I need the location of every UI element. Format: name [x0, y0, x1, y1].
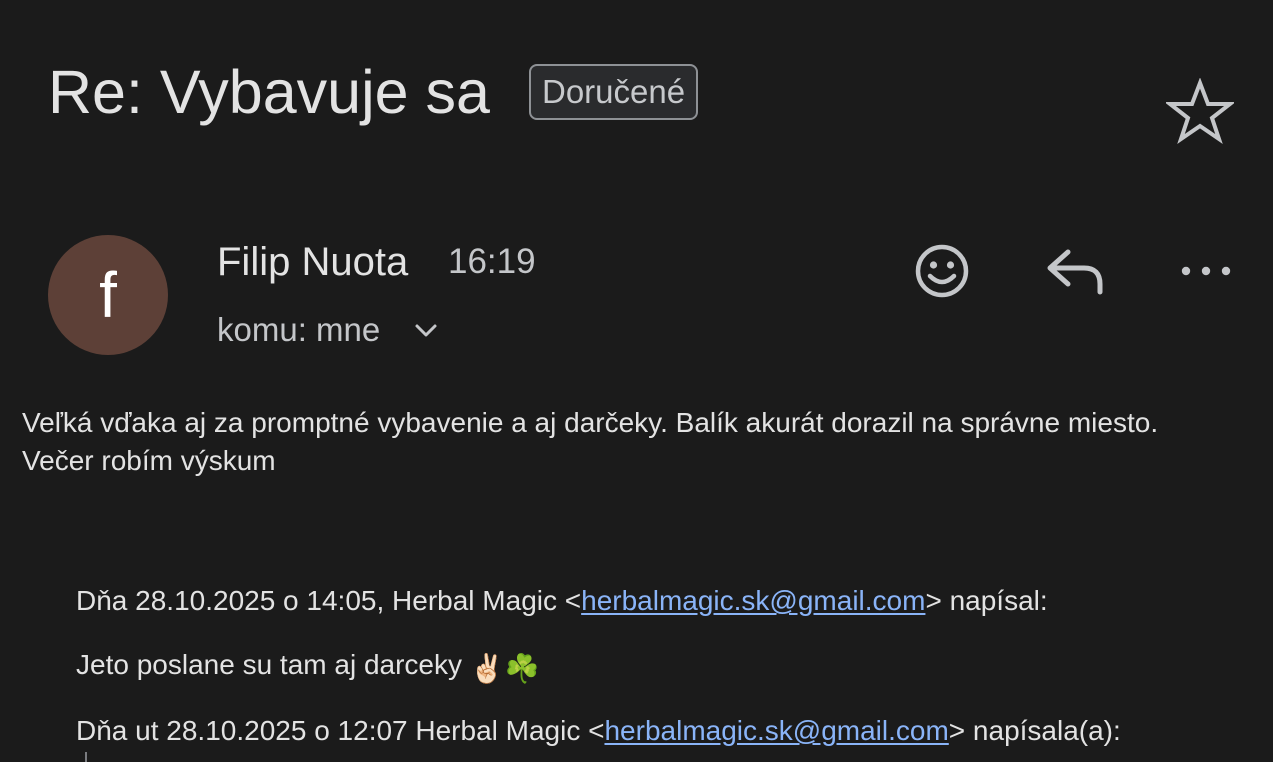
- body-line: Veľká vďaka aj za promptné vybavenie a a…: [22, 407, 1159, 438]
- email-view: Re: Vybavuje sa Doručené f Filip Nuota 1…: [0, 0, 1273, 762]
- sender-email-link[interactable]: herbalmagic.sk@gmail.com: [581, 585, 925, 616]
- inbox-label-chip[interactable]: Doručené: [529, 64, 699, 120]
- attribution-prefix: Dňa ut 28.10.2025 o 12:07 Herbal Magic <: [76, 715, 605, 746]
- sender-avatar[interactable]: f: [48, 235, 168, 355]
- attribution-suffix: > napísala(a):: [948, 715, 1121, 746]
- quoted-reply-text: Jeto poslane su tam aj darceky: [76, 649, 462, 680]
- recipient-line[interactable]: komu: mne: [217, 310, 380, 350]
- smiley-icon[interactable]: [912, 241, 972, 301]
- attribution-prefix: Dňa 28.10.2025 o 14:05, Herbal Magic <: [76, 585, 582, 616]
- sender-name[interactable]: Filip Nuota: [217, 238, 408, 286]
- sender-email-link[interactable]: herbalmagic.sk@gmail.com: [604, 715, 948, 746]
- quoted-reply: Jeto poslane su tam aj darceky ✌🏻☘️: [76, 646, 540, 688]
- reply-icon[interactable]: [1044, 246, 1106, 296]
- message-time: 16:19: [448, 242, 536, 281]
- quote-bar: [85, 752, 87, 762]
- body-line: Večer robím výskum: [22, 445, 276, 476]
- chevron-down-icon[interactable]: [414, 322, 438, 340]
- more-dots-icon[interactable]: [1178, 257, 1234, 285]
- quote-attribution: Dňa 28.10.2025 o 14:05, Herbal Magic <he…: [76, 582, 1048, 620]
- email-subject: Re: Vybavuje sa: [48, 58, 490, 126]
- message-body: Veľká vďaka aj za promptné vybavenie a a…: [22, 404, 1267, 480]
- attribution-suffix: > napísal:: [925, 585, 1048, 616]
- quote-attribution: Dňa ut 28.10.2025 o 12:07 Herbal Magic <…: [76, 712, 1121, 750]
- quoted-reply-emojis: ✌🏻☘️: [469, 653, 540, 684]
- star-icon[interactable]: [1166, 78, 1234, 144]
